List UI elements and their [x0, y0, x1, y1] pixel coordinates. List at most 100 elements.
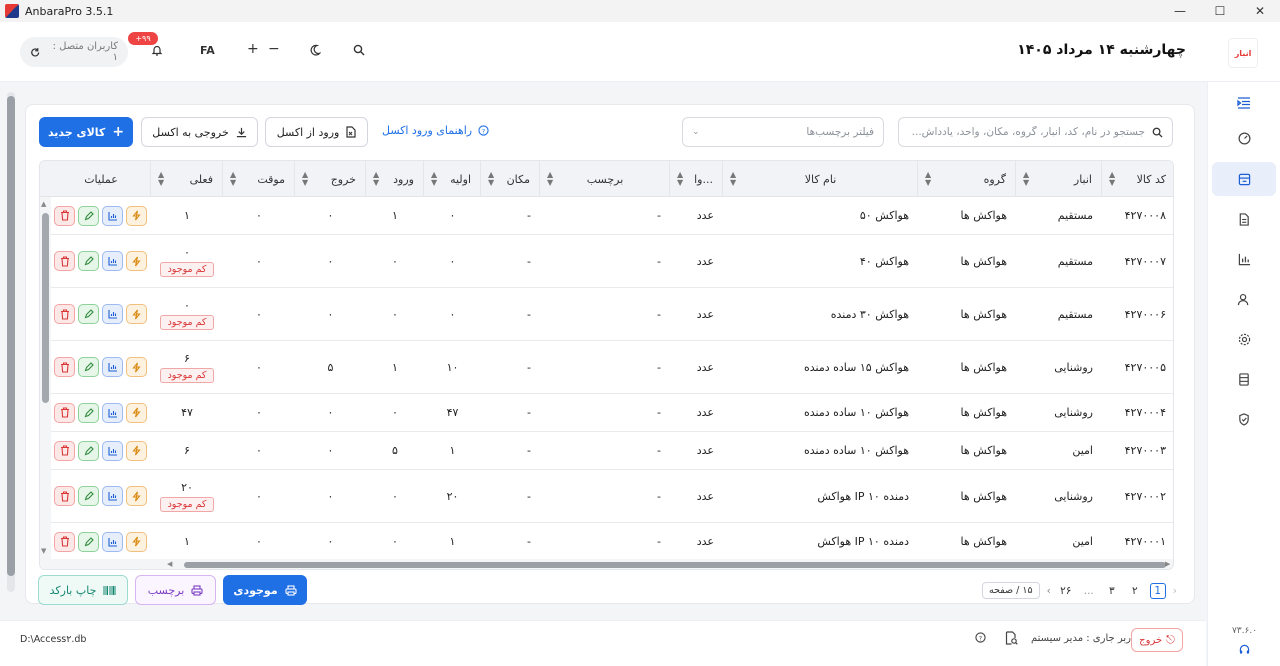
- table-row[interactable]: ۴۲۷۰۰۰۱ امین هواکش ها هواکش IP ۱۰ دمنده عدد -…: [40, 523, 1173, 561]
- page-scrollbar[interactable]: [7, 92, 15, 592]
- col-initial[interactable]: اولیه ▲ ▼: [424, 161, 481, 197]
- edit-button[interactable]: [78, 357, 99, 377]
- edit-button[interactable]: [78, 205, 99, 226]
- edit-button[interactable]: [78, 402, 99, 423]
- report-button[interactable]: [102, 304, 123, 324]
- col-code[interactable]: کد کالا ▲ ▼: [1102, 161, 1173, 197]
- help-circle-icon[interactable]: ?: [975, 632, 986, 646]
- col-location[interactable]: مکان ▲ ▼: [481, 161, 540, 197]
- col-group[interactable]: گروه ▲ ▼: [918, 161, 1016, 197]
- col-current[interactable]: فعلی ▲ ▼: [151, 161, 223, 197]
- quick-action-button[interactable]: [126, 486, 147, 506]
- col-out[interactable]: خروج ▲ ▼: [295, 161, 366, 197]
- cell-unit: عدد: [696, 406, 714, 419]
- sidebar-collapse-icon[interactable]: [1212, 86, 1276, 120]
- close-button[interactable]: ✕: [1240, 0, 1280, 22]
- stock-print-button[interactable]: موجودی: [223, 575, 307, 605]
- delete-button[interactable]: [54, 205, 75, 226]
- page-26[interactable]: ۲۶: [1058, 583, 1074, 599]
- barcode-print-button[interactable]: چاپ بارکد: [38, 575, 128, 605]
- delete-button[interactable]: [54, 440, 75, 461]
- sidebar-item-documents[interactable]: [1212, 202, 1276, 236]
- language-toggle[interactable]: FA: [200, 44, 215, 57]
- edit-button[interactable]: [78, 531, 99, 552]
- sidebar-item-inventory[interactable]: [1212, 162, 1276, 196]
- row-actions: [54, 288, 147, 340]
- page-2[interactable]: ۲: [1127, 583, 1143, 599]
- page-3[interactable]: ۳: [1104, 583, 1120, 599]
- quick-action-button[interactable]: [126, 304, 147, 324]
- delete-button[interactable]: [54, 251, 75, 271]
- quick-action-button[interactable]: [126, 402, 147, 423]
- import-excel-button[interactable]: ورود از اکسل: [265, 117, 368, 147]
- edit-button[interactable]: [78, 304, 99, 324]
- zoom-in-button[interactable]: +: [247, 41, 259, 57]
- report-button[interactable]: [102, 486, 123, 506]
- edit-button[interactable]: [78, 486, 99, 506]
- refresh-icon[interactable]: [30, 47, 40, 58]
- delete-button[interactable]: [54, 486, 75, 506]
- sidebar-item-security[interactable]: [1212, 402, 1276, 436]
- sidebar-item-settings[interactable]: [1212, 322, 1276, 356]
- maximize-button[interactable]: ☐: [1200, 0, 1240, 22]
- search-icon[interactable]: [353, 44, 365, 59]
- import-guide-link[interactable]: ? راهنمای ورود اکسل: [382, 124, 489, 137]
- quick-action-button[interactable]: [126, 251, 147, 271]
- edit-button[interactable]: [78, 251, 99, 271]
- delete-button[interactable]: [54, 357, 75, 377]
- page-size-select[interactable]: ۱۵ / صفحه: [982, 582, 1040, 599]
- col-temp[interactable]: موقت ▲ ▼: [223, 161, 295, 197]
- page-1[interactable]: 1: [1149, 582, 1166, 599]
- report-button[interactable]: [102, 531, 123, 552]
- chevron-left-icon[interactable]: ‹: [1047, 585, 1051, 597]
- sidebar-item-users[interactable]: [1212, 282, 1276, 316]
- report-button[interactable]: [102, 205, 123, 226]
- logout-button[interactable]: ⎋ خروج: [1131, 628, 1183, 652]
- delete-button[interactable]: [54, 402, 75, 423]
- quick-action-button[interactable]: [126, 531, 147, 552]
- chevron-right-icon[interactable]: ›: [1173, 585, 1177, 597]
- tag-filter-select[interactable]: فیلتر برچسب‌ها ⌄: [682, 117, 884, 147]
- col-tag[interactable]: برچسب ▲ ▼: [540, 161, 670, 197]
- sidebar-item-reports[interactable]: [1212, 242, 1276, 276]
- report-button[interactable]: [102, 440, 123, 461]
- table-row[interactable]: ۴۲۷۰۰۰۶ مستقیم هواکش ها هواکش ۳۰ دمنده عدد - -…: [40, 288, 1173, 341]
- table-row[interactable]: ۴۲۷۰۰۰۵ روشنایی هواکش ها هواکش ۱۵ ساده دمند…: [40, 341, 1173, 394]
- report-button[interactable]: [102, 357, 123, 377]
- quick-action-button[interactable]: [126, 357, 147, 377]
- table-header: کد کالا ▲ ▼ انبار ▲ ▼ گروه ▲ ▼ نام کالا ▲ ▼ وا..…: [40, 161, 1173, 197]
- table-row[interactable]: ۴۲۷۰۰۰۴ روشنایی هواکش ها هواکش ۱۰ ساده دمند…: [40, 394, 1173, 432]
- quick-action-button[interactable]: [126, 205, 147, 226]
- minimize-button[interactable]: —: [1160, 0, 1200, 22]
- delete-button[interactable]: [54, 304, 75, 324]
- cell-name: هواکش ۱۰ ساده دمنده: [804, 444, 909, 457]
- support-headset-icon[interactable]: [1208, 644, 1280, 658]
- table-row[interactable]: ۴۲۷۰۰۰۸ مستقیم هواکش ها هواکش ۵۰ عدد - - ۰ ۱ ۰ ۰ ۱: [40, 197, 1173, 235]
- table-vertical-scrollbar[interactable]: ▲ ▼: [40, 197, 51, 569]
- col-warehouse[interactable]: انبار ▲ ▼: [1016, 161, 1102, 197]
- document-search-icon[interactable]: [1005, 631, 1018, 648]
- report-button[interactable]: [102, 402, 123, 423]
- table-horizontal-scrollbar[interactable]: ◀ ▶: [51, 559, 1173, 569]
- table-row[interactable]: ۴۲۷۰۰۰۳ امین هواکش ها هواکش ۱۰ ساده دمنده عد…: [40, 432, 1173, 470]
- quick-action-button[interactable]: [126, 440, 147, 461]
- page-ellipsis[interactable]: ...: [1081, 583, 1097, 599]
- table-row[interactable]: ۴۲۷۰۰۰۷ مستقیم هواکش ها هواکش ۴۰ عدد - - ۰ ۰ ۰ ۰ ۰ ک…: [40, 235, 1173, 288]
- label-print-button[interactable]: برچسب: [135, 575, 216, 605]
- cell-location: -: [527, 444, 531, 457]
- sidebar-item-dashboard[interactable]: [1212, 121, 1276, 155]
- col-unit[interactable]: وا... ▲ ▼: [670, 161, 723, 197]
- col-name[interactable]: نام کالا ▲ ▼: [723, 161, 918, 197]
- theme-moon-icon[interactable]: [309, 44, 322, 59]
- search-input[interactable]: جستجو در نام، کد، انبار، گروه، مکان، واح…: [898, 117, 1173, 147]
- col-in[interactable]: ورود ▲ ▼: [366, 161, 424, 197]
- report-button[interactable]: [102, 251, 123, 271]
- table-row[interactable]: ۴۲۷۰۰۰۲ روشنایی هواکش ها هواکش IP ۱۰ دمنده ع…: [40, 470, 1173, 523]
- sidebar-item-database[interactable]: [1212, 362, 1276, 396]
- export-excel-button[interactable]: خروجی به اکسل: [141, 117, 258, 147]
- bell-icon[interactable]: [151, 44, 163, 59]
- edit-button[interactable]: [78, 440, 99, 461]
- zoom-out-button[interactable]: −: [268, 41, 280, 57]
- new-item-button[interactable]: + کالای جدید: [39, 117, 133, 147]
- delete-button[interactable]: [54, 531, 75, 552]
